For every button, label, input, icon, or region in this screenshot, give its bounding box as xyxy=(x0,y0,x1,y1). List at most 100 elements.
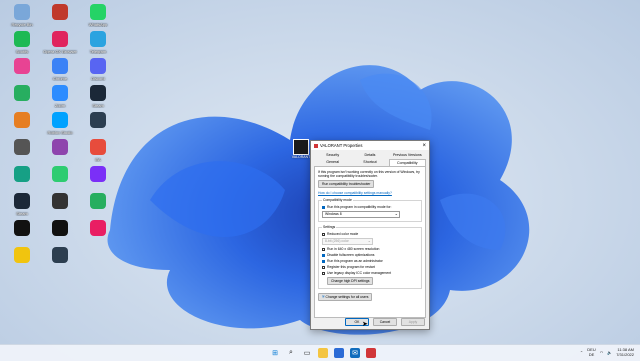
tab-previous-versions[interactable]: Previous Versions xyxy=(389,152,426,158)
compatibility-mode-group: Compatibility mode Run this program in c… xyxy=(318,198,422,222)
compat-mode-checkbox[interactable]: Run this program in compatibility mode f… xyxy=(322,205,418,209)
resolution-label: Run in 640 x 480 screen resolution xyxy=(327,247,380,251)
checkbox-unchecked-icon xyxy=(322,247,325,251)
reduced-color-label: Reduced color mode xyxy=(327,232,359,236)
windows-version-select[interactable]: Windows 8 xyxy=(322,211,400,218)
desktop-icon[interactable]: Recycle Bin xyxy=(4,4,40,27)
desktop-icon[interactable]: Discord xyxy=(80,58,116,81)
desktop-icon-label: Steam xyxy=(16,211,28,216)
manual-settings-link[interactable]: How do I choose compatibility settings m… xyxy=(318,191,392,195)
icc-checkbox[interactable]: Use legacy display ICC color management xyxy=(322,271,418,275)
clock[interactable]: 11:38 AM 7/31/2022 xyxy=(616,347,634,357)
shield-icon: ⛨ xyxy=(322,295,325,299)
search-icon[interactable]: ⌕ xyxy=(286,348,296,358)
volume-icon[interactable]: 🔈 xyxy=(607,350,612,355)
desktop-icon[interactable] xyxy=(4,247,40,265)
app-icon xyxy=(14,85,30,101)
desktop-icon[interactable] xyxy=(4,112,40,130)
cancel-button[interactable]: Cancel xyxy=(373,318,397,326)
desktop-icon[interactable] xyxy=(4,139,40,157)
reduced-color-checkbox[interactable]: Reduced color mode xyxy=(322,232,418,236)
checkbox-checked-icon xyxy=(322,253,325,257)
windows-start-icon[interactable]: ⊞ xyxy=(270,348,280,358)
app-icon xyxy=(14,112,30,128)
desktop-icon[interactable] xyxy=(42,193,78,211)
checkbox-unchecked-icon xyxy=(322,271,325,275)
checkbox-unchecked-icon xyxy=(322,265,325,269)
chevron-up-icon[interactable]: ⌃ xyxy=(580,350,583,355)
app-icon xyxy=(52,193,68,209)
opera-gx-icon xyxy=(52,31,68,47)
desktop-icon[interactable]: Steam xyxy=(4,193,40,216)
app-icon xyxy=(90,112,106,128)
desktop-icon[interactable] xyxy=(4,166,40,184)
desktop-icon[interactable]: Roblox Studio xyxy=(42,112,78,135)
desktop-icon[interactable]: EA xyxy=(80,139,116,162)
wifi-icon[interactable]: ◠ xyxy=(600,350,604,355)
desktop-icon[interactable] xyxy=(80,220,116,238)
restart-checkbox[interactable]: Register this program for restart xyxy=(322,265,418,269)
desktop-icon[interactable] xyxy=(42,220,78,238)
desktop-icon-label: Zoom xyxy=(54,103,66,108)
app-icon xyxy=(52,166,68,182)
app-icon xyxy=(52,4,68,20)
all-users-button[interactable]: ⛨ Change settings for all users xyxy=(318,293,373,301)
settings-group: Settings Reduced color mode 8-bit (256) … xyxy=(318,225,422,289)
troubleshooter-button[interactable]: Run compatibility troubleshooter xyxy=(318,180,375,188)
desktop-icon[interactable] xyxy=(4,220,40,238)
desktop-icon-label: Roblox Studio xyxy=(47,130,73,135)
telegram-icon xyxy=(90,31,106,47)
desktop-icon[interactable]: Spotify xyxy=(4,31,40,54)
language-indicator[interactable]: DEU DE xyxy=(587,347,595,357)
icc-label: Use legacy display ICC color management xyxy=(327,271,392,275)
desktop-icon[interactable] xyxy=(42,139,78,157)
desktop-icon[interactable] xyxy=(42,4,78,22)
tab-shortcut[interactable]: Shortcut xyxy=(351,159,388,166)
desktop-icon[interactable]: Steam xyxy=(80,85,116,108)
file-explorer-icon[interactable] xyxy=(318,348,328,358)
store-icon[interactable] xyxy=(334,348,344,358)
recycle-bin-icon xyxy=(14,4,30,20)
desktop-icon[interactable] xyxy=(80,112,116,130)
steam-icon xyxy=(14,193,30,209)
app-icon xyxy=(90,220,106,236)
valorant-taskbar-icon[interactable] xyxy=(366,348,376,358)
mouse-cursor-icon: ➤ xyxy=(362,321,368,328)
desktop-icon[interactable]: WhatsApp xyxy=(80,4,116,27)
desktop-icon[interactable] xyxy=(4,85,40,103)
tab-details[interactable]: Details xyxy=(351,152,388,158)
chrome-icon xyxy=(52,58,68,74)
desktop-icon[interactable] xyxy=(4,58,40,76)
tab-general[interactable]: General xyxy=(314,159,351,166)
properties-dialog: VALORANT Properties × Security Details P… xyxy=(310,140,430,330)
desktop-icon-label: Discord xyxy=(91,76,105,81)
all-users-label: Change settings for all users xyxy=(325,295,369,299)
fullscreen-opt-checkbox[interactable]: Disable fullscreen optimizations xyxy=(322,253,418,257)
desktop-icon[interactable] xyxy=(42,247,78,265)
desktop-icon-label: Opera GX Browser xyxy=(43,49,77,54)
dialog-buttons: OK Cancel Apply xyxy=(311,318,429,326)
desktop-icon-label: EA xyxy=(95,157,101,162)
desktop-icon[interactable] xyxy=(80,166,116,184)
valorant-icon xyxy=(293,139,309,155)
valorant-shortcut[interactable]: VALORANT xyxy=(291,139,311,159)
desktop-icon[interactable]: Telegram xyxy=(80,31,116,54)
task-view-icon[interactable]: ▭ xyxy=(302,348,312,358)
desktop-icon[interactable]: Opera GX Browser xyxy=(42,31,78,54)
zoom-icon xyxy=(52,85,68,101)
tab-compatibility[interactable]: Compatibility xyxy=(388,159,426,166)
dialog-titlebar[interactable]: VALORANT Properties × xyxy=(311,141,429,150)
admin-checkbox[interactable]: Run this program as an administrator xyxy=(322,259,418,263)
system-tray: ⌃ DEU DE ◠ 🔈 11:38 AM 7/31/2022 xyxy=(580,347,634,357)
tab-security[interactable]: Security xyxy=(314,152,351,158)
apply-button[interactable]: Apply xyxy=(401,318,425,326)
desktop-icon[interactable]: Zoom xyxy=(42,85,78,108)
high-dpi-button[interactable]: Change high DPI settings xyxy=(327,277,374,285)
close-icon[interactable]: × xyxy=(422,143,426,149)
desktop-icon[interactable]: Chrome xyxy=(42,58,78,81)
compatibility-mode-legend: Compatibility mode xyxy=(323,198,352,202)
resolution-checkbox[interactable]: Run in 640 x 480 screen resolution xyxy=(322,247,418,251)
mail-icon[interactable]: ✉ xyxy=(350,348,360,358)
desktop-icon[interactable] xyxy=(42,166,78,184)
desktop-icon[interactable] xyxy=(80,193,116,211)
